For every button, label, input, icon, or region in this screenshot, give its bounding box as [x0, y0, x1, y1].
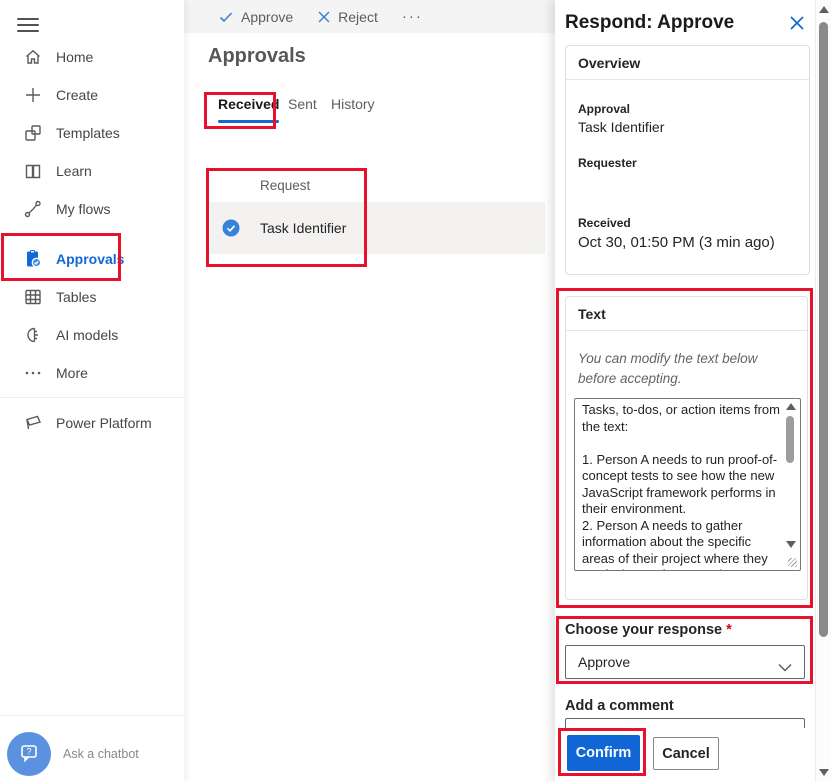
- request-title: Task Identifier: [260, 220, 346, 236]
- response-label: Choose your response *: [565, 622, 732, 638]
- power-automate-app: Home Create Templates Learn My f: [0, 0, 836, 782]
- required-asterisk: *: [726, 622, 732, 638]
- scroll-up-icon[interactable]: [786, 403, 796, 410]
- approval-label: Approval: [578, 102, 630, 116]
- main-content: Approve Reject ··· Approvals Received Se…: [184, 0, 555, 782]
- requester-label: Requester: [578, 156, 637, 170]
- sidebar-item-my-flows[interactable]: My flows: [0, 190, 184, 228]
- sidebar-item-power-platform[interactable]: Power Platform: [0, 404, 152, 442]
- textarea-scrollbar[interactable]: [784, 401, 798, 551]
- scroll-thumb[interactable]: [819, 22, 828, 637]
- text-hint: You can modify the text below before acc…: [578, 349, 792, 389]
- sidebar-nav: Home Create Templates Learn My f: [0, 38, 184, 392]
- response-dropdown-value: Approve: [578, 654, 630, 670]
- chatbot-icon[interactable]: ?: [7, 732, 51, 776]
- overview-card: Overview Approval Task Identifier Reques…: [565, 45, 810, 275]
- received-value: Oct 30, 01:50 PM (3 min ago): [578, 234, 775, 251]
- check-icon: [218, 9, 234, 25]
- scroll-down-icon[interactable]: [786, 541, 796, 548]
- table-row[interactable]: Task Identifier: [210, 202, 545, 254]
- page-title: Approvals: [208, 45, 306, 68]
- sidebar-item-more[interactable]: More: [0, 354, 184, 392]
- sidebar-item-ai-models[interactable]: AI models: [0, 316, 184, 354]
- sidebar: Home Create Templates Learn My f: [0, 0, 184, 782]
- sidebar-item-label: Home: [56, 49, 93, 65]
- hamburger-menu-icon[interactable]: [17, 14, 39, 32]
- comment-label: Add a comment: [565, 698, 674, 714]
- sidebar-item-learn[interactable]: Learn: [0, 152, 184, 190]
- chevron-down-icon: [778, 659, 792, 675]
- sidebar-item-label: My flows: [56, 201, 110, 217]
- sidebar-footer-divider: [0, 715, 184, 716]
- selected-check-icon[interactable]: [222, 219, 240, 237]
- sidebar-item-label: More: [56, 365, 88, 381]
- command-bar: Approve Reject ···: [184, 0, 555, 33]
- sidebar-item-label: AI models: [56, 327, 118, 343]
- comment-input[interactable]: [565, 718, 805, 728]
- panel-title: Respond: Approve: [565, 12, 734, 34]
- reject-command-label: Reject: [338, 9, 378, 25]
- power-platform-icon: [23, 413, 43, 433]
- svg-text:?: ?: [26, 747, 31, 757]
- cancel-button[interactable]: Cancel: [653, 737, 719, 770]
- scroll-down-icon[interactable]: [819, 769, 829, 776]
- tab-history[interactable]: History: [331, 96, 375, 112]
- more-icon: [23, 363, 43, 383]
- flows-icon: [23, 199, 43, 219]
- sidebar-item-home[interactable]: Home: [0, 38, 184, 76]
- plus-icon: [23, 85, 43, 105]
- sidebar-item-label: Create: [56, 87, 98, 103]
- ai-models-icon: [23, 325, 43, 345]
- tab-sent[interactable]: Sent: [288, 96, 317, 112]
- chatbot-label: Ask a chatbot: [63, 747, 139, 761]
- respond-panel: Respond: Approve Overview Approval Task …: [555, 0, 836, 782]
- sidebar-item-templates[interactable]: Templates: [0, 114, 184, 152]
- resize-grip[interactable]: [788, 558, 797, 567]
- close-icon[interactable]: [788, 14, 808, 34]
- overview-heading: Overview: [566, 46, 809, 80]
- approval-value: Task Identifier: [578, 119, 664, 135]
- sidebar-item-label: Approvals: [56, 251, 124, 267]
- scroll-up-icon[interactable]: [819, 6, 829, 13]
- home-icon: [23, 47, 43, 67]
- table-header-request: Request: [210, 168, 545, 202]
- sidebar-item-label: Templates: [56, 125, 120, 141]
- approvals-icon: [23, 249, 43, 269]
- sidebar-item-label: Power Platform: [56, 415, 152, 431]
- sidebar-item-tables[interactable]: Tables: [0, 278, 184, 316]
- more-commands-icon[interactable]: ···: [402, 8, 423, 25]
- tab-received[interactable]: Received: [218, 96, 279, 112]
- text-card: Text You can modify the text below befor…: [565, 296, 808, 600]
- x-icon: [317, 10, 331, 24]
- response-textarea[interactable]: Tasks, to-dos, or action items from the …: [574, 398, 801, 571]
- approve-command[interactable]: Approve: [218, 9, 293, 25]
- confirm-button[interactable]: Confirm: [567, 735, 640, 771]
- tables-icon: [23, 287, 43, 307]
- panel-scrollbar[interactable]: [815, 0, 831, 782]
- response-dropdown[interactable]: Approve: [565, 645, 805, 679]
- reject-command[interactable]: Reject: [317, 9, 378, 25]
- templates-icon: [23, 123, 43, 143]
- scroll-thumb[interactable]: [786, 416, 794, 463]
- approve-command-label: Approve: [241, 9, 293, 25]
- chatbot-launcher[interactable]: ? Ask a chatbot: [7, 732, 139, 776]
- sidebar-item-create[interactable]: Create: [0, 76, 184, 114]
- sidebar-item-label: Learn: [56, 163, 92, 179]
- approvals-table: Request Task Identifier: [210, 168, 545, 254]
- sidebar-item-label: Tables: [56, 289, 96, 305]
- text-heading: Text: [566, 297, 807, 331]
- received-label: Received: [578, 216, 631, 230]
- sidebar-divider: [0, 397, 184, 398]
- learn-icon: [23, 161, 43, 181]
- sidebar-item-approvals[interactable]: Approvals: [0, 240, 184, 278]
